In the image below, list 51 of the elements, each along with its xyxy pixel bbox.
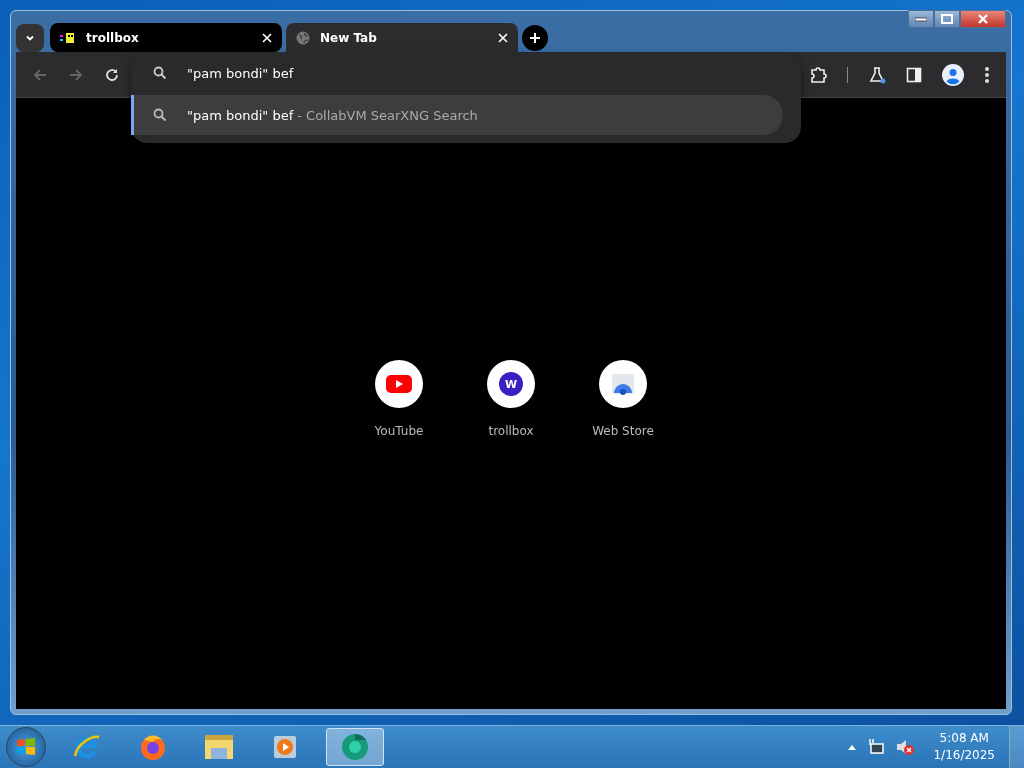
close-icon bbox=[977, 14, 989, 24]
back-arrow-icon[interactable] bbox=[32, 66, 48, 83]
minimize-button[interactable] bbox=[908, 10, 934, 28]
maximize-button[interactable] bbox=[934, 10, 960, 28]
tab-title: trollbox bbox=[86, 30, 140, 45]
plus-icon bbox=[529, 31, 541, 44]
close-icon bbox=[262, 32, 272, 43]
clock-date: 1/16/2025 bbox=[933, 747, 995, 764]
profile-avatar-icon[interactable] bbox=[942, 63, 964, 86]
play-button-logo-icon bbox=[386, 375, 412, 393]
network-icon[interactable] bbox=[867, 738, 886, 756]
search-suggestion[interactable]: "pam bondi" bef - CollabVM SearXNG Search bbox=[131, 95, 783, 135]
tab-search-button[interactable] bbox=[16, 23, 44, 52]
search-icon bbox=[153, 108, 167, 122]
puzzle-piece-icon[interactable] bbox=[809, 65, 827, 84]
play-icon bbox=[272, 734, 298, 760]
minimize-icon bbox=[915, 16, 927, 22]
flask-icon[interactable] bbox=[868, 65, 886, 84]
address-bar-input[interactable]: "pam bondi" bef bbox=[187, 65, 587, 81]
shortcut-tile[interactable]: W trollbox bbox=[475, 360, 547, 709]
close-tab-button[interactable] bbox=[260, 30, 274, 45]
close-icon bbox=[498, 33, 508, 43]
show-hidden-icons-icon[interactable] bbox=[847, 743, 858, 751]
forward-arrow-icon[interactable] bbox=[68, 66, 84, 83]
pixel-creature-icon bbox=[60, 31, 76, 44]
browser-tab[interactable]: trollbox bbox=[50, 23, 282, 52]
windows-logo-icon bbox=[15, 736, 37, 758]
shortcut-tile[interactable]: YouTube bbox=[363, 360, 435, 709]
taskbar-app-button[interactable] bbox=[326, 728, 384, 766]
search-icon bbox=[153, 66, 167, 80]
more-menu-icon[interactable] bbox=[984, 65, 990, 84]
sphere-icon bbox=[340, 732, 370, 762]
maximize-icon bbox=[941, 14, 953, 24]
shortcut-label: Web Store bbox=[592, 424, 654, 438]
letter-logo-icon: W bbox=[499, 372, 523, 396]
taskbar-clock[interactable]: 5:08 AM 1/16/2025 bbox=[933, 730, 995, 764]
start-button[interactable] bbox=[6, 727, 46, 767]
folder-icon bbox=[203, 732, 235, 762]
muted-speaker-icon[interactable] bbox=[895, 738, 916, 756]
shortcut-label: YouTube bbox=[374, 424, 424, 438]
close-tab-button[interactable] bbox=[496, 31, 510, 45]
new-tab-button[interactable] bbox=[522, 24, 548, 51]
store-bag-icon bbox=[611, 373, 635, 395]
close-window-button[interactable] bbox=[960, 10, 1006, 28]
globe-icon bbox=[296, 31, 310, 45]
shortcut-tile[interactable]: Web Store bbox=[587, 360, 659, 709]
side-panel-icon[interactable] bbox=[906, 66, 922, 83]
reload-icon[interactable] bbox=[104, 66, 120, 83]
shortcut-label: trollbox bbox=[488, 424, 534, 438]
tab-title: New Tab bbox=[320, 31, 378, 45]
clock-time: 5:08 AM bbox=[939, 730, 989, 747]
